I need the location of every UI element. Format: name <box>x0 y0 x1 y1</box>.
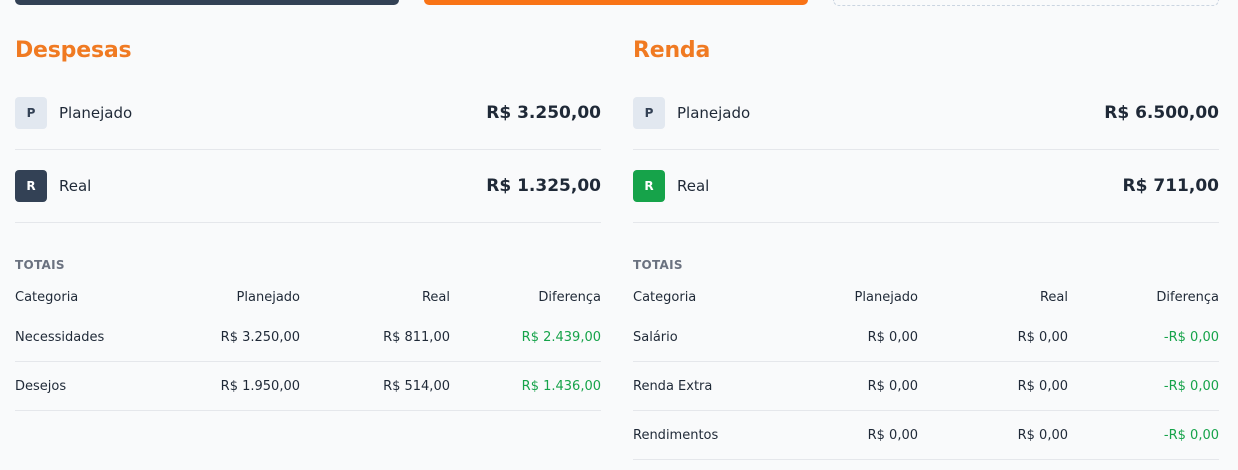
column-header-planned: Planejado <box>236 289 300 305</box>
row-actual: R$ 0,00 <box>1017 427 1068 443</box>
row-difference: -R$ 0,00 <box>1163 427 1219 443</box>
planned-badge: P <box>15 97 47 129</box>
column-header-difference: Diferença <box>1156 289 1219 305</box>
row-difference: -R$ 0,00 <box>1163 329 1219 345</box>
row-planned: R$ 0,00 <box>867 427 918 443</box>
actual-label: Real <box>59 177 92 195</box>
row-actual: R$ 811,00 <box>383 329 450 345</box>
row-actual: R$ 514,00 <box>383 378 450 394</box>
expenses-actual-value: R$ 1.325,00 <box>486 176 601 196</box>
planned-label: Planejado <box>677 104 751 122</box>
column-header-difference: Diferença <box>538 289 601 305</box>
totals-heading: TOTAIS <box>15 258 65 272</box>
column-header-actual: Real <box>421 289 450 305</box>
tab-indicator-dark[interactable] <box>15 0 399 5</box>
row-category: Necessidades <box>15 329 105 345</box>
column-header-actual: Real <box>1039 289 1068 305</box>
totals-heading: TOTAIS <box>633 258 683 272</box>
actual-badge: R <box>15 170 47 202</box>
expenses-planned-value: R$ 3.250,00 <box>486 103 601 123</box>
row-planned: R$ 0,00 <box>867 378 918 394</box>
row-actual: R$ 0,00 <box>1017 378 1068 394</box>
income-planned-value: R$ 6.500,00 <box>1104 103 1219 123</box>
income-actual-value: R$ 711,00 <box>1122 176 1219 196</box>
column-header-category: Categoria <box>15 289 79 305</box>
actual-badge: R <box>633 170 665 202</box>
column-header-category: Categoria <box>633 289 697 305</box>
row-difference: R$ 2.439,00 <box>521 329 601 345</box>
table-row: Salário R$ 0,00 R$ 0,00 -R$ 0,00 <box>633 313 1219 362</box>
tab-indicator-placeholder[interactable] <box>833 0 1219 6</box>
row-category: Rendimentos <box>633 427 719 443</box>
row-category: Salário <box>633 329 678 345</box>
row-planned: R$ 3.250,00 <box>220 329 300 345</box>
table-row: Necessidades R$ 3.250,00 R$ 811,00 R$ 2.… <box>15 313 601 362</box>
planned-label: Planejado <box>59 104 133 122</box>
expenses-actual-row: R Real R$ 1.325,00 <box>15 150 601 223</box>
expenses-totals-table: Categoria Planejado Real Diferença Neces… <box>15 281 601 411</box>
row-planned: R$ 0,00 <box>867 329 918 345</box>
row-planned: R$ 1.950,00 <box>220 378 300 394</box>
planned-badge: P <box>633 97 665 129</box>
row-actual: R$ 0,00 <box>1017 329 1068 345</box>
table-row: Rendimentos R$ 0,00 R$ 0,00 -R$ 0,00 <box>633 411 1219 460</box>
row-difference: R$ 1.436,00 <box>521 378 601 394</box>
table-row: Renda Extra R$ 0,00 R$ 0,00 -R$ 0,00 <box>633 362 1219 411</box>
income-planned-row: P Planejado R$ 6.500,00 <box>633 77 1219 150</box>
expenses-title: Despesas <box>15 38 132 63</box>
table-header: Categoria Planejado Real Diferença <box>633 281 1219 313</box>
income-title: Renda <box>633 38 711 63</box>
tab-indicator-active[interactable] <box>424 0 808 5</box>
expenses-planned-row: P Planejado R$ 3.250,00 <box>15 77 601 150</box>
table-row: Desejos R$ 1.950,00 R$ 514,00 R$ 1.436,0… <box>15 362 601 411</box>
column-header-planned: Planejado <box>854 289 918 305</box>
actual-label: Real <box>677 177 710 195</box>
table-header: Categoria Planejado Real Diferença <box>15 281 601 313</box>
row-category: Desejos <box>15 378 67 394</box>
income-actual-row: R Real R$ 711,00 <box>633 150 1219 223</box>
row-category: Renda Extra <box>633 378 713 394</box>
row-difference: -R$ 0,00 <box>1163 378 1219 394</box>
income-totals-table: Categoria Planejado Real Diferença Salár… <box>633 281 1219 460</box>
